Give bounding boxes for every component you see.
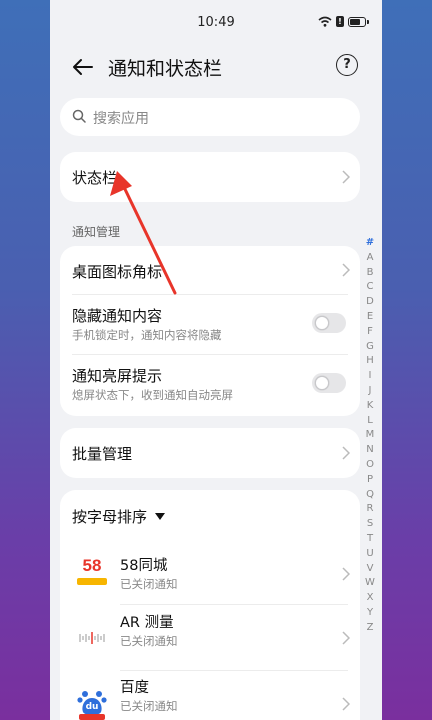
help-icon[interactable]: ?	[336, 54, 358, 76]
batch-management-item[interactable]: 批量管理	[60, 428, 360, 478]
alphabet-index-letter[interactable]: C	[367, 280, 374, 295]
battery-icon	[348, 16, 369, 27]
alphabet-index-letter[interactable]: F	[367, 325, 373, 340]
app-status: 已关闭通知	[120, 577, 178, 591]
chevron-right-icon	[342, 697, 350, 711]
hide-content-toggle[interactable]	[312, 313, 346, 333]
alphabet-index-bar[interactable]: # A B C D E F G H I J K L M N O P Q R S T U V W X Y Z	[364, 236, 376, 636]
alphabet-index-letter[interactable]: P	[367, 473, 373, 488]
sort-label: 按字母排序	[72, 508, 148, 526]
status-bar-settings-item[interactable]: 状态栏	[60, 152, 360, 202]
alphabet-index-letter[interactable]: J	[369, 384, 372, 399]
hide-content-desc: 手机锁定时，通知内容将隐藏	[72, 328, 222, 342]
badge-settings-item[interactable]: 桌面图标角标	[60, 246, 360, 294]
alphabet-index-letter[interactable]: #	[366, 236, 374, 251]
badge-settings-label: 桌面图标角标	[72, 263, 163, 281]
wake-screen-toggle[interactable]	[312, 373, 346, 393]
wifi-icon	[318, 16, 332, 27]
app-status: 已关闭通知	[120, 634, 178, 648]
notification-section-label: 通知管理	[72, 225, 121, 239]
page-header: 通知和状态栏 ?	[50, 48, 382, 84]
app-list-item[interactable]: AR 测量 已关闭通知	[60, 605, 360, 671]
chevron-right-icon	[342, 631, 350, 645]
phone-screen: 10:49 ! 通知和状态栏 ? 搜索应用 状态栏 通知管理 桌面图标角标 隐藏…	[50, 0, 382, 720]
sort-dropdown[interactable]: 按字母排序	[72, 506, 166, 527]
wake-screen-item: 通知亮屏提示 熄屏状态下，收到通知自动亮屏	[60, 355, 360, 415]
alphabet-index-letter[interactable]: O	[366, 458, 374, 473]
alphabet-index-letter[interactable]: R	[367, 502, 374, 517]
alphabet-index-letter[interactable]: V	[367, 562, 374, 577]
wake-screen-label: 通知亮屏提示	[72, 367, 163, 385]
caret-down-icon	[155, 512, 166, 520]
alphabet-index-letter[interactable]: S	[367, 517, 373, 532]
58-tongcheng-icon: 58	[74, 556, 110, 592]
search-placeholder: 搜索应用	[93, 111, 149, 127]
back-arrow-icon[interactable]	[68, 52, 98, 82]
hide-content-label: 隐藏通知内容	[72, 307, 163, 325]
alphabet-index-letter[interactable]: T	[367, 532, 373, 547]
wake-screen-desc: 熄屏状态下，收到通知自动亮屏	[72, 388, 233, 402]
alphabet-index-letter[interactable]: I	[369, 369, 372, 384]
app-name: 58同城	[120, 558, 168, 574]
alphabet-index-letter[interactable]: H	[366, 354, 374, 369]
search-icon	[72, 109, 86, 123]
alphabet-index-letter[interactable]: U	[366, 547, 373, 562]
alphabet-index-letter[interactable]: L	[367, 414, 373, 429]
notification-settings-card: 桌面图标角标 隐藏通知内容 手机锁定时，通知内容将隐藏 通知亮屏提示 熄屏状态下…	[60, 246, 360, 416]
alphabet-index-letter[interactable]: M	[366, 428, 375, 443]
ar-measure-icon	[74, 620, 110, 656]
alphabet-index-letter[interactable]: G	[366, 340, 374, 355]
page-title: 通知和状态栏	[108, 58, 223, 80]
alphabet-index-letter[interactable]: Q	[366, 488, 374, 503]
chevron-right-icon	[342, 263, 350, 277]
chevron-right-icon	[342, 446, 350, 460]
status-bar: 10:49 !	[50, 0, 382, 46]
toggle-knob	[315, 316, 329, 330]
app-name: AR 测量	[120, 615, 174, 631]
baidu-icon: du	[74, 685, 110, 720]
alphabet-index-letter[interactable]: D	[366, 295, 374, 310]
app-status: 已关闭通知	[120, 699, 178, 713]
chevron-right-icon	[342, 170, 350, 184]
batch-management-label: 批量管理	[72, 445, 133, 463]
alphabet-index-letter[interactable]: Y	[367, 606, 373, 621]
chevron-right-icon	[342, 567, 350, 581]
hide-content-item: 隐藏通知内容 手机锁定时，通知内容将隐藏	[60, 295, 360, 355]
app-name: 百度	[120, 680, 149, 696]
alphabet-index-letter[interactable]: K	[367, 399, 374, 414]
status-bar-settings-label: 状态栏	[72, 169, 118, 187]
alphabet-index-letter[interactable]: N	[366, 443, 373, 458]
sim-alert-icon: !	[336, 16, 344, 27]
alphabet-index-letter[interactable]: A	[367, 251, 374, 266]
system-icons: !	[318, 16, 369, 27]
alphabet-index-letter[interactable]: X	[367, 591, 374, 606]
app-list-item[interactable]: du 百度 已关闭通知	[60, 671, 360, 720]
toggle-knob	[315, 376, 329, 390]
search-input[interactable]: 搜索应用	[60, 98, 360, 136]
alphabet-index-letter[interactable]: W	[365, 576, 375, 591]
app-list-item[interactable]: 58 58同城 已关闭通知	[60, 540, 360, 606]
alphabet-index-letter[interactable]: Z	[367, 621, 374, 636]
alphabet-index-letter[interactable]: E	[367, 310, 373, 325]
app-list-card: 按字母排序 58 58同城 已关闭通知 AR 测量 已关闭通知 du 百度 已关…	[60, 490, 360, 720]
alphabet-index-letter[interactable]: B	[367, 266, 374, 281]
